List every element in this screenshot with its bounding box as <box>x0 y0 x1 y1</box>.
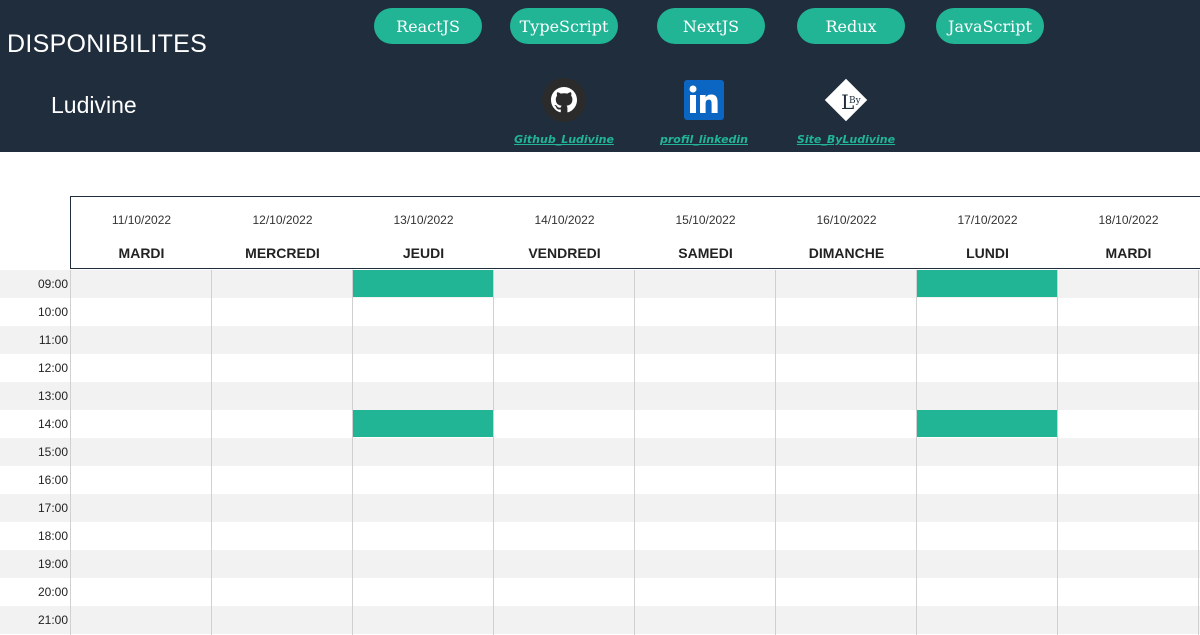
page-title: DISPONIBILITES <box>7 30 208 58</box>
day-header: 12/10/2022 MERCREDI <box>212 197 353 269</box>
skill-button-javascript[interactable]: JavaScript <box>936 8 1044 44</box>
day-name: LUNDI <box>966 245 1009 261</box>
day-name: VENDREDI <box>528 245 601 261</box>
column-divider <box>352 270 353 635</box>
hour-label: 09:00 <box>37 277 68 291</box>
hour-row: 16:00 <box>0 466 1200 494</box>
day-header: 17/10/2022 LUNDI <box>917 197 1058 269</box>
hour-row: 12:00 <box>0 354 1200 382</box>
skill-button-typescript[interactable]: TypeScript <box>510 8 618 44</box>
github-icon[interactable] <box>540 76 588 124</box>
day-name: MERCREDI <box>245 245 320 261</box>
hour-row: 11:00 <box>0 326 1200 354</box>
hour-label: 12:00 <box>37 361 68 375</box>
day-name: MARDI <box>1105 245 1152 261</box>
calendar-grid: 09:00 10:00 11:00 12:00 13:00 14:00 15:00 16:00… <box>0 270 1200 635</box>
github-link[interactable]: Github_Ludivine <box>504 133 624 146</box>
hour-row: 15:00 <box>0 438 1200 466</box>
calendar-header: 11/10/2022 MARDI 12/10/2022 MERCREDI 13/10/2… <box>70 196 1200 269</box>
hour-row: 10:00 <box>0 298 1200 326</box>
column-divider <box>634 270 635 635</box>
hour-label: 13:00 <box>37 389 68 403</box>
day-date: 15/10/2022 <box>675 213 736 227</box>
day-date: 18/10/2022 <box>1098 213 1159 227</box>
available-slot[interactable] <box>917 270 1057 297</box>
hour-label: 16:00 <box>37 473 68 487</box>
hour-row: 19:00 <box>0 550 1200 578</box>
user-name: Ludivine <box>51 92 137 118</box>
day-header: 15/10/2022 SAMEDI <box>635 197 776 269</box>
hour-label: 21:00 <box>37 613 68 627</box>
day-header: 14/10/2022 VENDREDI <box>494 197 635 269</box>
linkedin-link[interactable]: profil_linkedin <box>644 133 764 146</box>
day-header: 11/10/2022 MARDI <box>71 197 212 269</box>
hour-label: 19:00 <box>37 557 68 571</box>
hour-label: 11:00 <box>38 333 68 347</box>
hour-row: 17:00 <box>0 494 1200 522</box>
column-divider <box>1198 270 1199 635</box>
linkedin-icon[interactable] <box>680 76 728 124</box>
site-link-block: L By Site_ByLudivine <box>786 76 906 146</box>
column-divider <box>493 270 494 635</box>
hour-label: 10:00 <box>37 305 68 319</box>
column-divider <box>775 270 776 635</box>
hour-row: 13:00 <box>0 382 1200 410</box>
day-date: 13/10/2022 <box>393 213 454 227</box>
hour-label: 15:00 <box>37 445 68 459</box>
column-divider <box>211 270 212 635</box>
day-name: DIMANCHE <box>808 245 885 261</box>
column-divider <box>916 270 917 635</box>
day-name: MARDI <box>118 245 165 261</box>
hour-label: 20:00 <box>37 585 68 599</box>
hour-row: 18:00 <box>0 522 1200 550</box>
day-date: 12/10/2022 <box>252 213 313 227</box>
skill-button-redux[interactable]: Redux <box>797 8 905 44</box>
day-name: SAMEDI <box>678 245 733 261</box>
day-date: 16/10/2022 <box>816 213 877 227</box>
column-divider <box>1057 270 1058 635</box>
hour-label: 18:00 <box>37 529 68 543</box>
day-header: 13/10/2022 JEUDI <box>353 197 494 269</box>
day-date: 11/10/2022 <box>111 213 172 227</box>
hour-label: 17:00 <box>37 501 68 515</box>
day-date: 17/10/2022 <box>957 213 1018 227</box>
day-header: 18/10/2022 MARDI <box>1058 197 1199 269</box>
column-divider <box>70 270 71 635</box>
day-name: JEUDI <box>402 245 445 261</box>
available-slot[interactable] <box>353 270 493 297</box>
header-bar: DISPONIBILITES Ludivine ReactJS TypeScri… <box>0 0 1200 152</box>
github-link-block: Github_Ludivine <box>504 76 624 146</box>
hour-label: 14:00 <box>37 417 68 431</box>
svg-text:By: By <box>849 96 862 106</box>
linkedin-link-block: profil_linkedin <box>644 76 764 146</box>
skill-button-reactjs[interactable]: ReactJS <box>374 8 482 44</box>
hour-row: 20:00 <box>0 578 1200 606</box>
byludivine-logo-icon[interactable]: L By <box>822 76 870 124</box>
hour-row: 21:00 <box>0 606 1200 634</box>
available-slot[interactable] <box>353 410 493 437</box>
available-slot[interactable] <box>917 410 1057 437</box>
day-date: 14/10/2022 <box>534 213 595 227</box>
day-header: 16/10/2022 DIMANCHE <box>776 197 917 269</box>
skill-button-nextjs[interactable]: NextJS <box>657 8 765 44</box>
site-link[interactable]: Site_ByLudivine <box>786 133 906 146</box>
